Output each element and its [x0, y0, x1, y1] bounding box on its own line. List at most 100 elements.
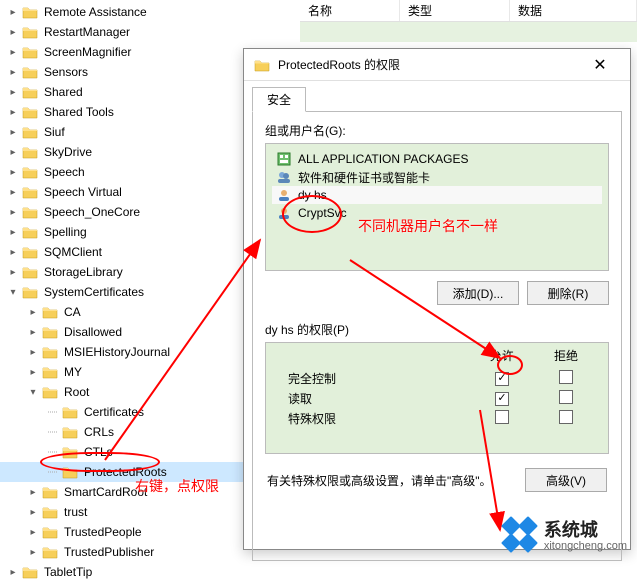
permission-cell — [470, 410, 534, 427]
chevron-down-icon[interactable]: ▾ — [6, 285, 20, 299]
tree-item[interactable]: ▸Remote Assistance — [0, 2, 300, 22]
dialog-titlebar[interactable]: ProtectedRoots 的权限 ✕ — [244, 49, 630, 81]
deny-checkbox[interactable] — [559, 390, 573, 404]
chevron-right-icon[interactable]: ▸ — [6, 25, 20, 39]
list-item[interactable]: 软件和硬件证书或智能卡 — [272, 168, 602, 186]
close-button[interactable]: ✕ — [580, 51, 620, 79]
tree-item-label: Root — [64, 385, 89, 399]
folder-icon — [22, 105, 38, 119]
chevron-right-icon[interactable]: ▸ — [26, 485, 40, 499]
tree-item-label: TabletTip — [44, 565, 92, 579]
chevron-right-icon[interactable]: ▸ — [26, 345, 40, 359]
chevron-right-icon[interactable]: ▸ — [6, 45, 20, 59]
watermark-title: 系统城 — [544, 521, 627, 539]
allow-checkbox[interactable]: ✓ — [495, 372, 509, 386]
tree-item-label: SmartCardRoot — [64, 485, 147, 499]
advanced-note: 有关特殊权限或高级设置，请单击"高级"。 — [267, 472, 525, 489]
chevron-right-icon[interactable]: ▸ — [26, 365, 40, 379]
chevron-right-icon[interactable]: ▸ — [6, 85, 20, 99]
watermark-logo-icon — [504, 519, 538, 553]
perm-header: 允许 拒绝 — [266, 343, 608, 368]
tree-item-label: Spelling — [44, 225, 87, 239]
folder-icon — [42, 345, 58, 359]
permission-cell — [534, 410, 598, 427]
tree-item-label: SystemCertificates — [44, 285, 144, 299]
chevron-right-icon[interactable]: ▸ — [6, 5, 20, 19]
tree-leaf-icon — [46, 465, 60, 479]
chevron-down-icon[interactable]: ▾ — [26, 385, 40, 399]
tree-item[interactable]: ▸RestartManager — [0, 22, 300, 42]
package-icon — [276, 151, 292, 167]
list-item-selected[interactable]: dy hs — [272, 186, 602, 204]
chevron-right-icon[interactable]: ▸ — [6, 565, 20, 579]
tree-item-label: trust — [64, 505, 87, 519]
tree-item-label: Siuf — [44, 125, 65, 139]
perm-deny-col: 拒绝 — [534, 347, 598, 364]
tree-item-label: Sensors — [44, 65, 88, 79]
folder-icon — [62, 465, 78, 479]
folder-icon — [42, 525, 58, 539]
permission-row: 特殊权限 — [266, 408, 608, 428]
tree-item-label: TrustedPeople — [64, 525, 142, 539]
tree-item[interactable]: ▸ TabletTip — [0, 562, 300, 582]
folder-icon — [62, 405, 78, 419]
tree-item-label: CA — [64, 305, 81, 319]
list-item[interactable]: ALL APPLICATION PACKAGES — [272, 150, 602, 168]
dialog-title: ProtectedRoots 的权限 — [278, 56, 580, 73]
permission-cell: ✓ — [470, 390, 534, 406]
group-or-user-list[interactable]: ALL APPLICATION PACKAGES 软件和硬件证书或智能卡 dy … — [265, 143, 609, 271]
col-data[interactable]: 数据 — [510, 0, 637, 21]
chevron-right-icon[interactable]: ▸ — [26, 525, 40, 539]
chevron-right-icon[interactable]: ▸ — [6, 165, 20, 179]
allow-checkbox[interactable]: ✓ — [495, 392, 509, 406]
deny-checkbox[interactable] — [559, 370, 573, 384]
folder-icon — [22, 245, 38, 259]
chevron-right-icon[interactable]: ▸ — [6, 65, 20, 79]
chevron-right-icon[interactable]: ▸ — [26, 305, 40, 319]
listview-header: 名称 类型 数据 — [300, 0, 637, 22]
chevron-right-icon[interactable]: ▸ — [6, 185, 20, 199]
tab-row: 安全 — [252, 87, 630, 112]
chevron-right-icon[interactable]: ▸ — [6, 265, 20, 279]
permission-cell — [534, 390, 598, 407]
group-or-user-label: 组或用户名(G): — [265, 122, 609, 139]
folder-icon — [42, 385, 58, 399]
folder-icon — [254, 58, 270, 72]
folder-icon — [22, 85, 38, 99]
col-name[interactable]: 名称 — [300, 0, 400, 21]
chevron-right-icon[interactable]: ▸ — [6, 145, 20, 159]
permission-row: 读取✓ — [266, 388, 608, 408]
permission-row: 完全控制✓ — [266, 368, 608, 388]
permission-cell: ✓ — [470, 370, 534, 386]
chevron-right-icon[interactable]: ▸ — [6, 225, 20, 239]
remove-button[interactable]: 删除(R) — [527, 281, 609, 305]
tree-item-label: Certificates — [84, 405, 144, 419]
allow-checkbox[interactable] — [495, 410, 509, 424]
list-item[interactable]: CryptSvc — [272, 204, 602, 222]
folder-icon — [22, 25, 38, 39]
tab-security[interactable]: 安全 — [252, 87, 306, 112]
tree-item-label: SkyDrive — [44, 145, 92, 159]
chevron-right-icon[interactable]: ▸ — [26, 505, 40, 519]
folder-icon — [42, 305, 58, 319]
advanced-button[interactable]: 高级(V) — [525, 468, 607, 492]
deny-checkbox[interactable] — [559, 410, 573, 424]
folder-icon — [22, 5, 38, 19]
add-button[interactable]: 添加(D)... — [437, 281, 519, 305]
tree-item-label: Shared Tools — [44, 105, 114, 119]
group-button-row: 添加(D)... 删除(R) — [265, 281, 609, 305]
tree-leaf-icon — [46, 425, 60, 439]
tree-item-label: CRLs — [84, 425, 114, 439]
permissions-dialog: ProtectedRoots 的权限 ✕ 安全 组或用户名(G): ALL AP… — [243, 48, 631, 550]
chevron-right-icon[interactable]: ▸ — [6, 125, 20, 139]
perm-allow-col: 允许 — [470, 347, 534, 364]
chevron-right-icon[interactable]: ▸ — [6, 105, 20, 119]
chevron-right-icon[interactable]: ▸ — [6, 245, 20, 259]
chevron-right-icon[interactable]: ▸ — [26, 325, 40, 339]
chevron-right-icon[interactable]: ▸ — [6, 205, 20, 219]
folder-icon — [42, 365, 58, 379]
tree-item-label: StorageLibrary — [44, 265, 123, 279]
chevron-right-icon[interactable]: ▸ — [26, 545, 40, 559]
permission-cell — [534, 370, 598, 387]
col-type[interactable]: 类型 — [400, 0, 510, 21]
